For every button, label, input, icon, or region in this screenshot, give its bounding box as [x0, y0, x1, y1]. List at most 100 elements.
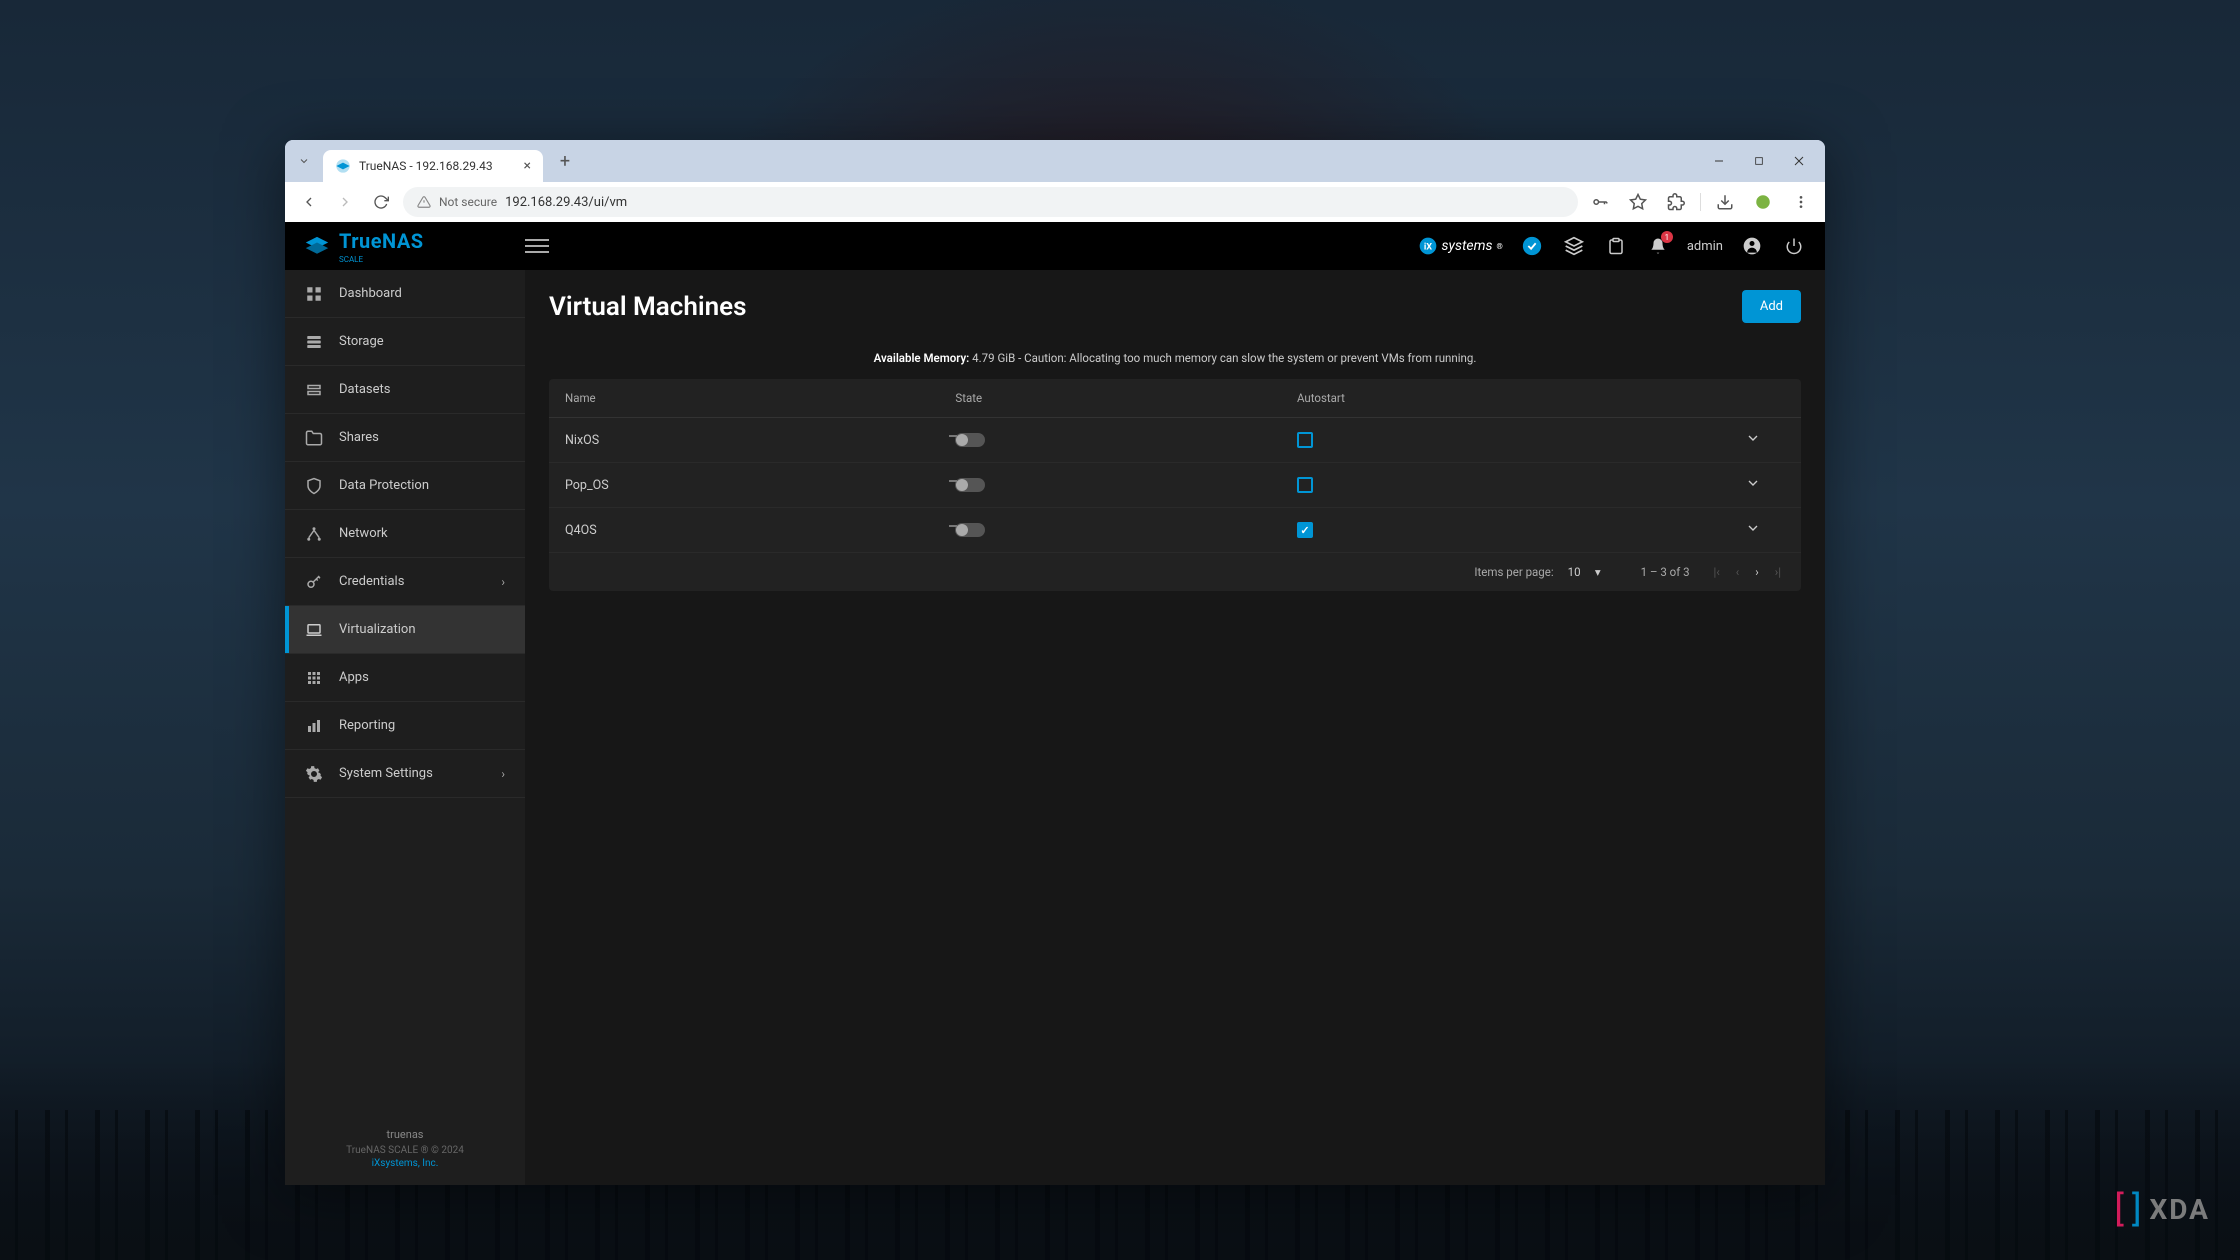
sidebar-item-label: Reporting: [339, 718, 395, 733]
browser-tab-strip: TrueNAS - 192.168.29.43 × +: [285, 140, 1825, 182]
state-toggle[interactable]: [955, 478, 985, 492]
tab-title: TrueNAS - 192.168.29.43: [359, 159, 516, 173]
forward-button[interactable]: [331, 188, 359, 216]
laptop-icon: [305, 621, 323, 639]
state-toggle[interactable]: [955, 523, 985, 537]
chart-icon: [305, 717, 323, 735]
items-per-page-label: Items per page:: [1474, 565, 1553, 579]
url-field[interactable]: Not secure 192.168.29.43/ui/vm: [403, 187, 1578, 217]
last-page-button[interactable]: ›|: [1771, 563, 1785, 581]
new-tab-button[interactable]: +: [551, 147, 579, 175]
company-logo[interactable]: iX systems®: [1418, 236, 1503, 256]
autostart-checkbox[interactable]: [1297, 432, 1313, 448]
memory-label: Available Memory:: [874, 351, 970, 365]
sidebar-item-label: Credentials: [339, 574, 404, 589]
tab-close-icon[interactable]: ×: [524, 158, 531, 174]
footer-company[interactable]: iXsystems, Inc.: [301, 1158, 509, 1169]
memory-notice: Available Memory: 4.79 GiB - Caution: Al…: [549, 351, 1801, 365]
page-size-select[interactable]: 10 ▾: [1564, 563, 1621, 581]
expand-row-icon[interactable]: [1745, 431, 1761, 450]
page-title: Virtual Machines: [549, 292, 746, 322]
truecommand-icon[interactable]: [1519, 233, 1545, 259]
downloads-icon[interactable]: [1711, 188, 1739, 216]
logo-icon: [303, 235, 331, 257]
expand-row-icon[interactable]: [1745, 521, 1761, 540]
admin-label: admin: [1687, 239, 1723, 254]
browser-address-bar: Not secure 192.168.29.43/ui/vm: [285, 182, 1825, 222]
sidebar-item-dashboard[interactable]: Dashboard: [285, 270, 525, 318]
extension-badge-icon[interactable]: [1749, 188, 1777, 216]
reload-button[interactable]: [367, 188, 395, 216]
sidebar-item-storage[interactable]: Storage: [285, 318, 525, 366]
password-manager-icon[interactable]: [1586, 188, 1614, 216]
sidebar-item-shares[interactable]: Shares: [285, 414, 525, 462]
chevron-right-icon: ›: [501, 575, 505, 589]
browser-tab-active[interactable]: TrueNAS - 192.168.29.43 ×: [323, 150, 543, 182]
key-icon: [305, 573, 323, 591]
table-footer: Items per page: 10 ▾ 1 – 3 of 3 |‹ ‹ › ›: [549, 553, 1801, 591]
storage-icon: [305, 333, 323, 351]
sidebar-item-label: Network: [339, 526, 388, 541]
dashboard-icon: [305, 285, 323, 303]
tab-search-button[interactable]: [293, 150, 315, 172]
first-page-button[interactable]: |‹: [1710, 563, 1724, 581]
sidebar-item-data-protection[interactable]: Data Protection: [285, 462, 525, 510]
bookmark-star-icon[interactable]: [1624, 188, 1652, 216]
sidebar-item-label: Storage: [339, 334, 384, 349]
browser-window: TrueNAS - 192.168.29.43 × + No: [285, 140, 1825, 1185]
sidebar-item-label: Virtualization: [339, 622, 416, 637]
logo[interactable]: TrueNAS SCALE: [303, 229, 525, 264]
vm-name: Pop_OS: [565, 478, 955, 493]
vm-name: Q4OS: [565, 523, 955, 538]
chevron-right-icon: ›: [501, 767, 505, 781]
sidebar-item-datasets[interactable]: Datasets: [285, 366, 525, 414]
state-toggle[interactable]: [955, 433, 985, 447]
sidebar-item-network[interactable]: Network: [285, 510, 525, 558]
autostart-checkbox[interactable]: [1297, 522, 1313, 538]
warning-icon: [417, 195, 431, 209]
shares-icon: [305, 429, 323, 447]
page-range: 1 – 3 of 3: [1641, 565, 1690, 579]
next-page-button[interactable]: ›: [1751, 563, 1762, 581]
memory-value: 4.79 GiB - Caution: Allocating too much …: [972, 351, 1476, 365]
window-minimize-button[interactable]: [1699, 145, 1739, 177]
sidebar-item-label: Dashboard: [339, 286, 402, 301]
watermark-text: XDA: [2150, 1193, 2211, 1226]
window-maximize-button[interactable]: [1739, 145, 1779, 177]
table-row[interactable]: NixOS: [549, 418, 1801, 463]
sidebar-item-label: System Settings: [339, 766, 433, 781]
company-name: systems: [1442, 238, 1493, 254]
svg-text:iX: iX: [1423, 242, 1431, 252]
add-button[interactable]: Add: [1742, 290, 1801, 323]
extensions-icon[interactable]: [1662, 188, 1690, 216]
table-row[interactable]: Q4OS: [549, 508, 1801, 553]
autostart-checkbox[interactable]: [1297, 477, 1313, 493]
sidebar-item-label: Data Protection: [339, 478, 429, 493]
user-menu-icon[interactable]: [1739, 233, 1765, 259]
table-row[interactable]: Pop_OS: [549, 463, 1801, 508]
column-autostart[interactable]: Autostart: [1297, 391, 1745, 405]
window-close-button[interactable]: [1779, 145, 1819, 177]
sidebar-item-virtualization[interactable]: Virtualization: [285, 606, 525, 654]
jobs-icon[interactable]: [1603, 233, 1629, 259]
sidebar-toggle-button[interactable]: [525, 234, 549, 258]
alerts-icon[interactable]: 1: [1645, 233, 1671, 259]
datasets-icon: [305, 381, 323, 399]
sidebar-item-label: Apps: [339, 670, 369, 685]
browser-menu-icon[interactable]: [1787, 188, 1815, 216]
sidebar-item-apps[interactable]: Apps: [285, 654, 525, 702]
prev-page-button[interactable]: ‹: [1732, 563, 1743, 581]
gear-icon: [305, 765, 323, 783]
url-text: 192.168.29.43/ui/vm: [505, 195, 627, 210]
column-name[interactable]: Name: [565, 391, 955, 405]
status-icon[interactable]: [1561, 233, 1587, 259]
power-icon[interactable]: [1781, 233, 1807, 259]
expand-row-icon[interactable]: [1745, 476, 1761, 495]
security-status: Not secure: [439, 195, 497, 209]
sidebar-item-credentials[interactable]: Credentials ›: [285, 558, 525, 606]
back-button[interactable]: [295, 188, 323, 216]
sidebar-item-system-settings[interactable]: System Settings ›: [285, 750, 525, 798]
sidebar-item-reporting[interactable]: Reporting: [285, 702, 525, 750]
sidebar: Dashboard Storage Datasets Shares Data P…: [285, 270, 525, 1185]
column-state[interactable]: State: [955, 391, 1297, 405]
